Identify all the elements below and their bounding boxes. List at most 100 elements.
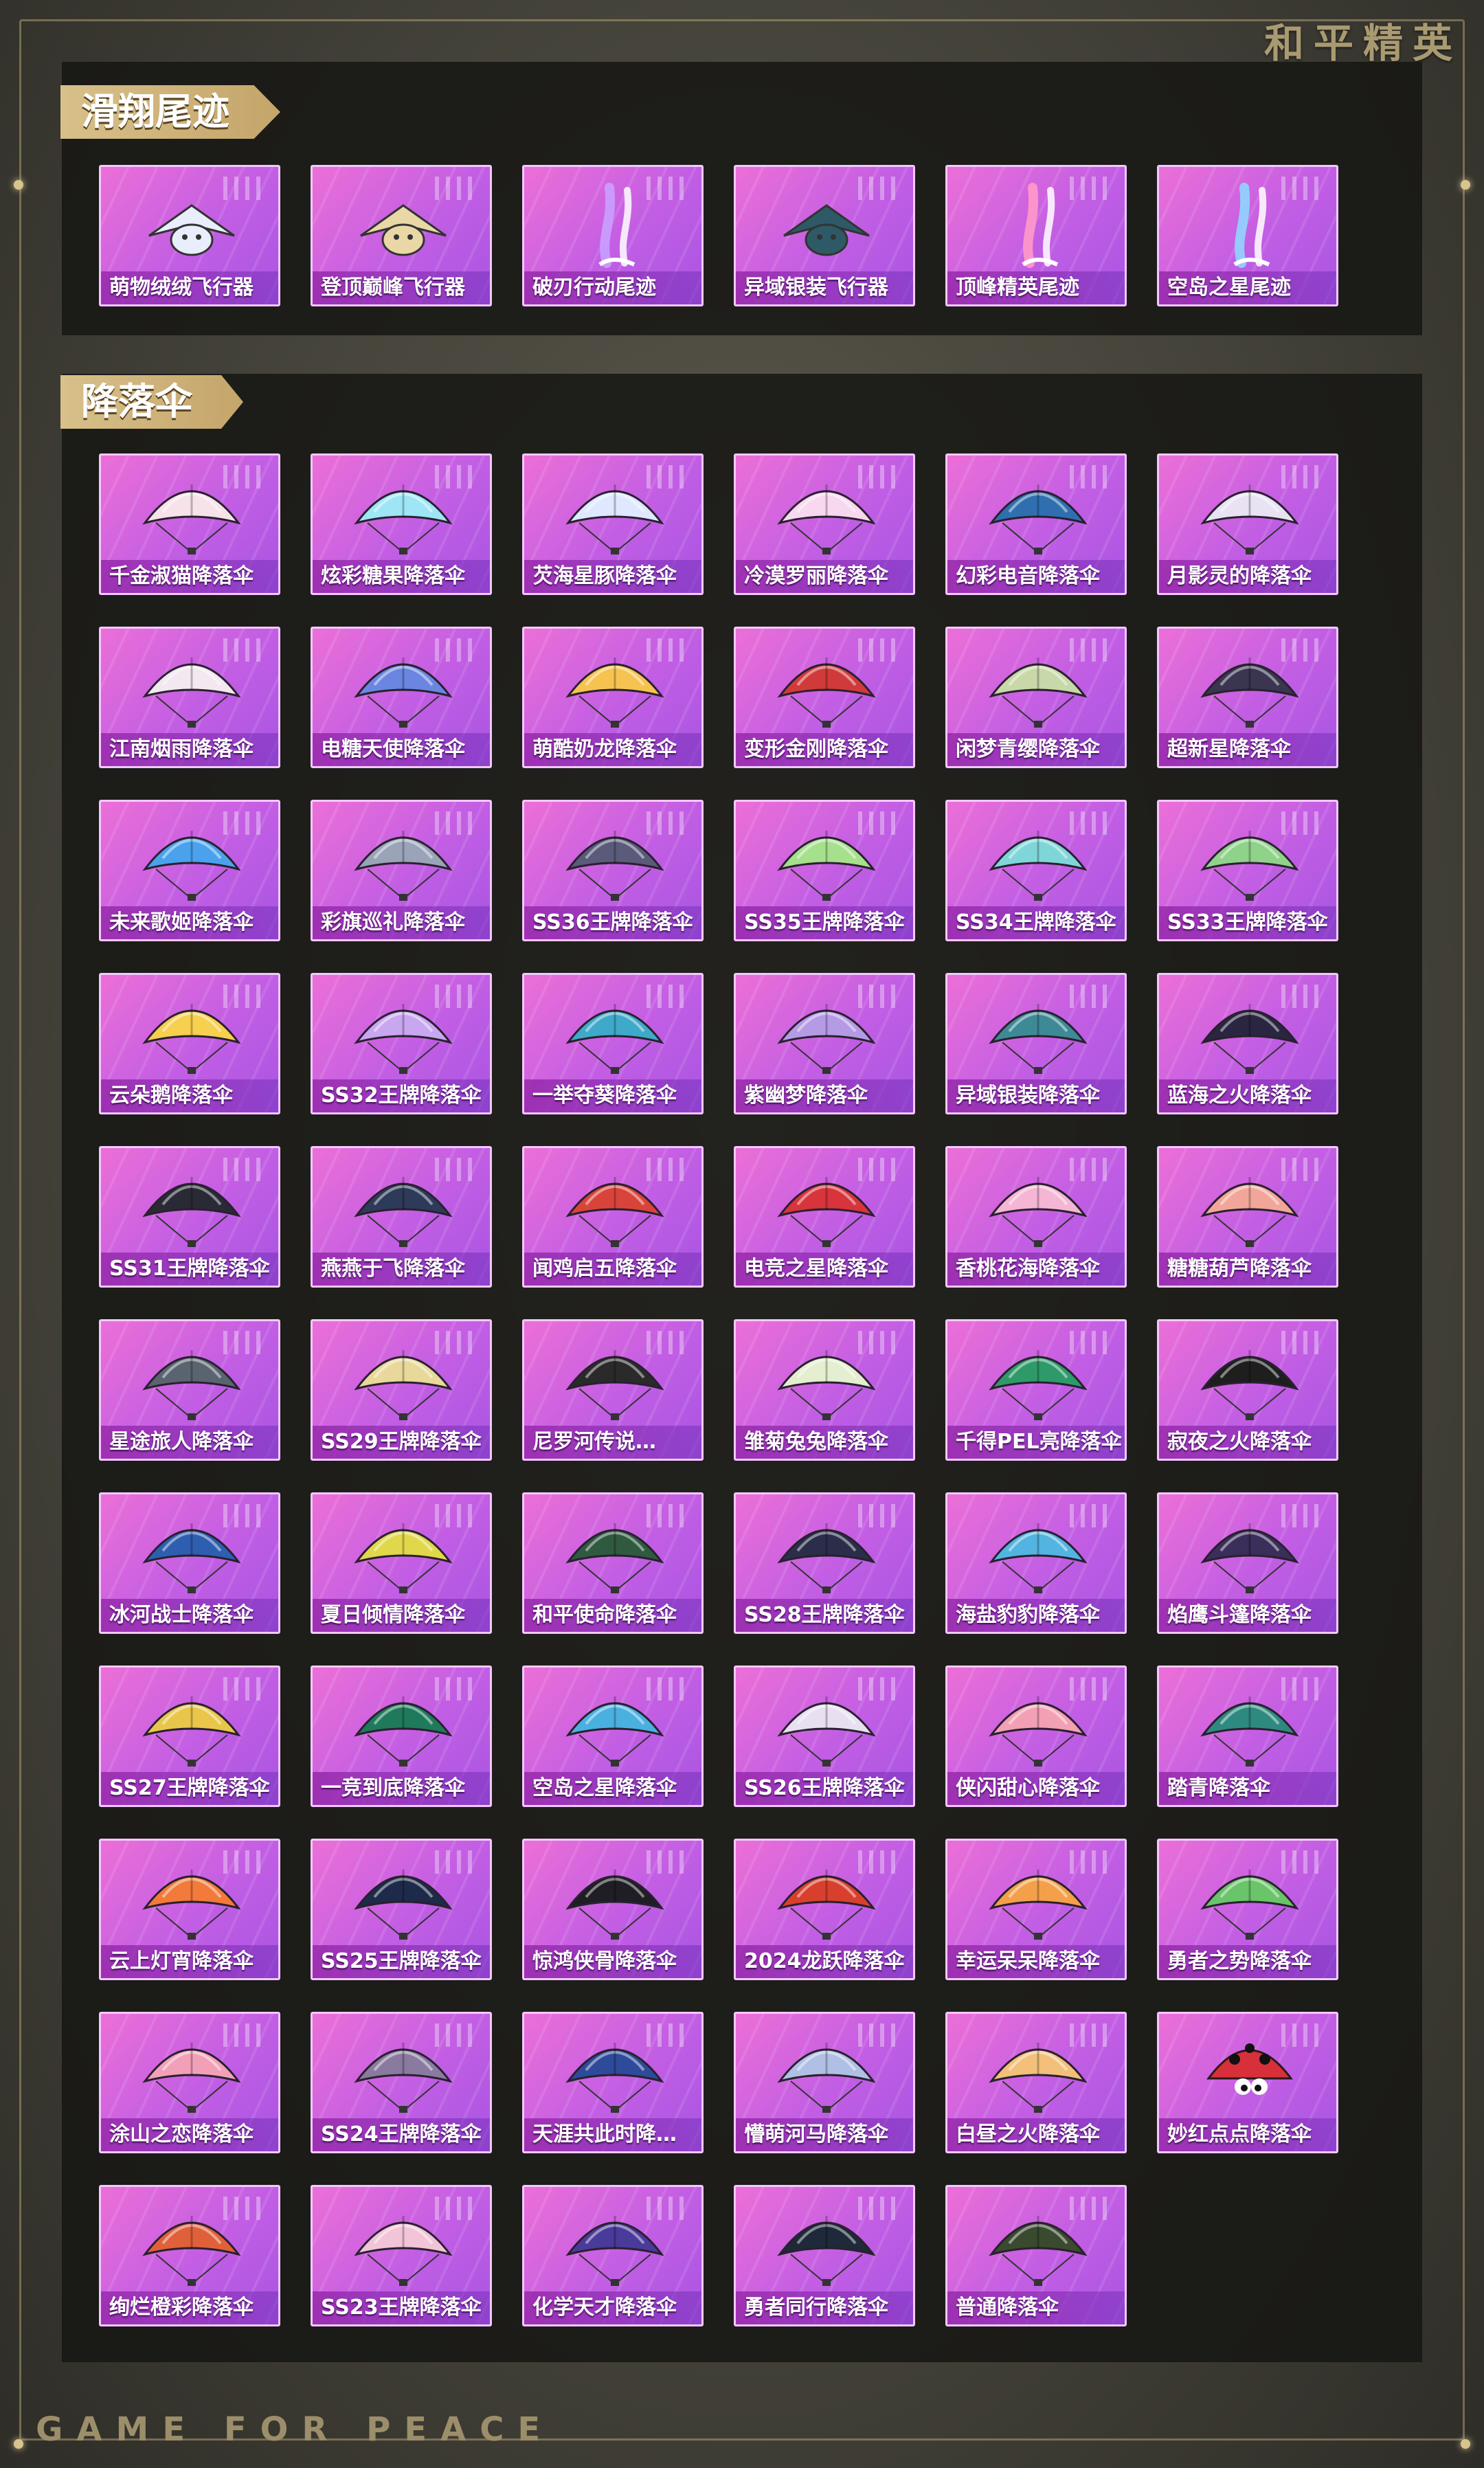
item-card[interactable]: 糖糖葫芦降落伞 <box>1157 1146 1338 1288</box>
item-card[interactable]: 冷漠罗丽降落伞 <box>734 453 915 595</box>
item-card[interactable]: SS33王牌降落伞 <box>1157 800 1338 941</box>
parachute-icon <box>354 831 453 901</box>
item-card[interactable]: SS32王牌降落伞 <box>311 973 492 1114</box>
item-card[interactable]: 燕燕于飞降落伞 <box>311 1146 492 1288</box>
item-card[interactable]: 电糖天使降落伞 <box>311 627 492 768</box>
item-label: 变形金刚降落伞 <box>736 733 913 766</box>
item-card[interactable]: 千金淑猫降落伞 <box>99 453 280 595</box>
item-label: 侠闪甜心降落伞 <box>947 1772 1125 1805</box>
item-card[interactable]: SS25王牌降落伞 <box>311 1839 492 1980</box>
item-card[interactable]: 蓝海之火降落伞 <box>1157 973 1338 1114</box>
item-label: 踏青降落伞 <box>1159 1772 1336 1805</box>
item-card[interactable]: 香桃花海降落伞 <box>945 1146 1127 1288</box>
item-card[interactable]: 雏菊兔兔降落伞 <box>734 1319 915 1461</box>
trail-icon <box>1233 183 1270 268</box>
item-card[interactable]: 紫幽梦降落伞 <box>734 973 915 1114</box>
item-card[interactable]: 幸运呆呆降落伞 <box>945 1839 1127 1980</box>
section-title: 滑翔尾迹 <box>60 85 280 139</box>
item-card[interactable]: 萌物绒绒飞行器 <box>99 165 280 306</box>
item-card[interactable]: 江南烟雨降落伞 <box>99 627 280 768</box>
item-card[interactable]: SS31王牌降落伞 <box>99 1146 280 1288</box>
parachute-icon <box>1200 484 1299 554</box>
item-card[interactable]: 涂山之恋降落伞 <box>99 2012 280 2153</box>
item-card[interactable]: 空岛之星尾迹 <box>1157 165 1338 306</box>
item-card[interactable]: 登顶巅峰飞行器 <box>311 165 492 306</box>
trail-icon <box>1022 183 1059 268</box>
item-card[interactable]: 电竞之星降落伞 <box>734 1146 915 1288</box>
item-label: 登顶巅峰飞行器 <box>313 271 490 304</box>
item-card[interactable]: 妙红点点降落伞 <box>1157 2012 1338 2153</box>
item-label: 一举夺葵降落伞 <box>524 1079 701 1112</box>
item-card[interactable]: 勇者同行降落伞 <box>734 2185 915 2326</box>
item-card[interactable]: 异域银装降落伞 <box>945 973 1127 1114</box>
item-card[interactable]: 一举夺葵降落伞 <box>522 973 704 1114</box>
item-card[interactable]: 破刃行动尾迹 <box>522 165 704 306</box>
item-card[interactable]: 月影灵的降落伞 <box>1157 453 1338 595</box>
item-label: 破刃行动尾迹 <box>524 271 701 304</box>
item-card[interactable]: 勇者之势降落伞 <box>1157 1839 1338 1980</box>
item-card[interactable]: 芡海星豚降落伞 <box>522 453 704 595</box>
parachute-icon <box>142 1870 241 1940</box>
item-card[interactable]: 寂夜之火降落伞 <box>1157 1319 1338 1461</box>
parachute-icon <box>142 1177 241 1247</box>
item-card[interactable]: 2024龙跃降落伞 <box>734 1839 915 1980</box>
item-card[interactable]: 闻鸡启五降落伞 <box>522 1146 704 1288</box>
item-label: 芡海星豚降落伞 <box>524 560 701 593</box>
parachute-icon <box>777 1177 876 1247</box>
item-card[interactable]: SS24王牌降落伞 <box>311 2012 492 2153</box>
item-card[interactable]: 白昼之火降落伞 <box>945 2012 1127 2153</box>
item-card[interactable]: SS26王牌降落伞 <box>734 1665 915 1807</box>
item-card[interactable]: 萌酷奶龙降落伞 <box>522 627 704 768</box>
item-card[interactable]: 星途旅人降落伞 <box>99 1319 280 1461</box>
parachute-icon <box>142 2216 241 2286</box>
item-card[interactable]: 懵萌河马降落伞 <box>734 2012 915 2153</box>
item-card[interactable]: SS29王牌降落伞 <box>311 1319 492 1461</box>
item-card[interactable]: 侠闪甜心降落伞 <box>945 1665 1127 1807</box>
item-card[interactable]: 海盐豹豹降落伞 <box>945 1492 1127 1634</box>
item-card[interactable]: 云上灯宵降落伞 <box>99 1839 280 1980</box>
item-label: 千金淑猫降落伞 <box>101 560 278 593</box>
item-label: 普通降落伞 <box>947 2291 1125 2324</box>
item-card[interactable]: SS36王牌降落伞 <box>522 800 704 941</box>
item-card[interactable]: 顶峰精英尾迹 <box>945 165 1127 306</box>
item-card[interactable]: 云朵鹅降落伞 <box>99 973 280 1114</box>
item-card[interactable]: 冰河战士降落伞 <box>99 1492 280 1634</box>
item-label: SS26王牌降落伞 <box>736 1772 913 1805</box>
item-card[interactable]: 千得PEL亮降落伞 <box>945 1319 1127 1461</box>
item-card[interactable]: 踏青降落伞 <box>1157 1665 1338 1807</box>
item-card[interactable]: 化学天才降落伞 <box>522 2185 704 2326</box>
item-card[interactable]: SS23王牌降落伞 <box>311 2185 492 2326</box>
parachute-icon <box>1200 1696 1299 1766</box>
parachute-icon <box>989 1696 1088 1766</box>
item-card[interactable]: 炫彩糖果降落伞 <box>311 453 492 595</box>
parachute-icon <box>777 484 876 554</box>
item-card[interactable]: 幻彩电音降落伞 <box>945 453 1127 595</box>
parachute-icon <box>142 1523 241 1593</box>
item-label: SS34王牌降落伞 <box>947 906 1125 939</box>
item-label: 超新星降落伞 <box>1159 733 1336 766</box>
item-card[interactable]: 焰鹰斗篷降落伞 <box>1157 1492 1338 1634</box>
parachute-icon <box>777 1696 876 1766</box>
item-card[interactable]: 空岛之星降落伞 <box>522 1665 704 1807</box>
item-card[interactable]: 天涯共此时降… <box>522 2012 704 2153</box>
item-card[interactable]: 异域银装飞行器 <box>734 165 915 306</box>
item-card[interactable]: 超新星降落伞 <box>1157 627 1338 768</box>
item-label: 电糖天使降落伞 <box>313 733 490 766</box>
item-card[interactable]: SS27王牌降落伞 <box>99 1665 280 1807</box>
item-card[interactable]: 尼罗河传说… <box>522 1319 704 1461</box>
item-card[interactable]: 夏日倾情降落伞 <box>311 1492 492 1634</box>
item-card[interactable]: 变形金刚降落伞 <box>734 627 915 768</box>
item-card[interactable]: 和平使命降落伞 <box>522 1492 704 1634</box>
item-card[interactable]: 闲梦青缨降落伞 <box>945 627 1127 768</box>
item-card[interactable]: 一竞到底降落伞 <box>311 1665 492 1807</box>
item-card[interactable]: SS35王牌降落伞 <box>734 800 915 941</box>
item-card[interactable]: 未来歌姬降落伞 <box>99 800 280 941</box>
item-card[interactable]: 惊鸿侠骨降落伞 <box>522 1839 704 1980</box>
item-card[interactable]: 彩旗巡礼降落伞 <box>311 800 492 941</box>
parachute-icon <box>142 2043 241 2113</box>
item-card[interactable]: 普通降落伞 <box>945 2185 1127 2326</box>
item-label: 糖糖葫芦降落伞 <box>1159 1253 1336 1286</box>
item-card[interactable]: 绚烂橙彩降落伞 <box>99 2185 280 2326</box>
item-card[interactable]: SS34王牌降落伞 <box>945 800 1127 941</box>
item-card[interactable]: SS28王牌降落伞 <box>734 1492 915 1634</box>
